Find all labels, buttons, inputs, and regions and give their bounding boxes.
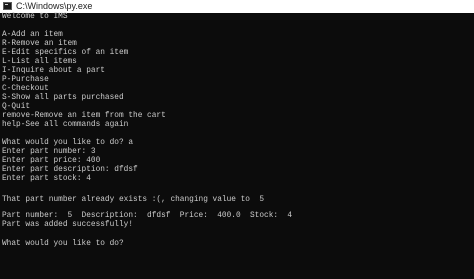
console-line-menu-remove-cart: remove-Remove an item from the cart xyxy=(2,112,166,120)
console-line-menu-help: help-See all commands again xyxy=(2,121,129,129)
console-line-menu-inquire: I-Inquire about a part xyxy=(2,67,105,75)
console-line-menu-purchase: P-Purchase xyxy=(2,76,49,84)
window-title: C:\Windows\py.exe xyxy=(16,1,93,11)
console-line-part-description: Enter part description: dfdsf xyxy=(2,166,138,174)
console-line-menu-show: S-Show all parts purchased xyxy=(2,94,124,102)
console-line-menu-edit: E-Edit specifics of an item xyxy=(2,49,129,57)
console-line-part-number: Enter part number: 3 xyxy=(2,148,96,156)
console-line-prompt-answer: What would you like to do? a xyxy=(2,139,134,147)
console-line-welcome: Welcome to IMS xyxy=(2,13,68,21)
console-line-menu-quit: Q-Quit xyxy=(2,103,31,111)
console-line-part-summary: Part number: 5 Description: dfdsf Price:… xyxy=(2,212,293,220)
console-line-menu-add: A-Add an item xyxy=(2,31,63,39)
console-line-part-stock: Enter part stock: 4 xyxy=(2,175,91,183)
console-line-menu-remove: R-Remove an item xyxy=(2,40,77,48)
console-line-duplicate-warning: That part number already exists :(, chan… xyxy=(2,196,265,204)
title-bar[interactable]: C:\Windows\py.exe xyxy=(0,0,474,14)
console-output[interactable]: Welcome to IMS A-Add an item R-Remove an… xyxy=(0,13,474,279)
console-line-part-price: Enter part price: 400 xyxy=(2,157,101,165)
console-window: C:\Windows\py.exe Welcome to IMS A-Add a… xyxy=(0,0,474,279)
console-line-menu-checkout: C-Checkout xyxy=(2,85,49,93)
console-line-success: Part was added successfully! xyxy=(2,221,134,229)
console-line-prompt: What would you like to do? xyxy=(2,240,124,248)
console-app-icon xyxy=(3,2,12,10)
console-line-menu-list: L-List all items xyxy=(2,58,77,66)
